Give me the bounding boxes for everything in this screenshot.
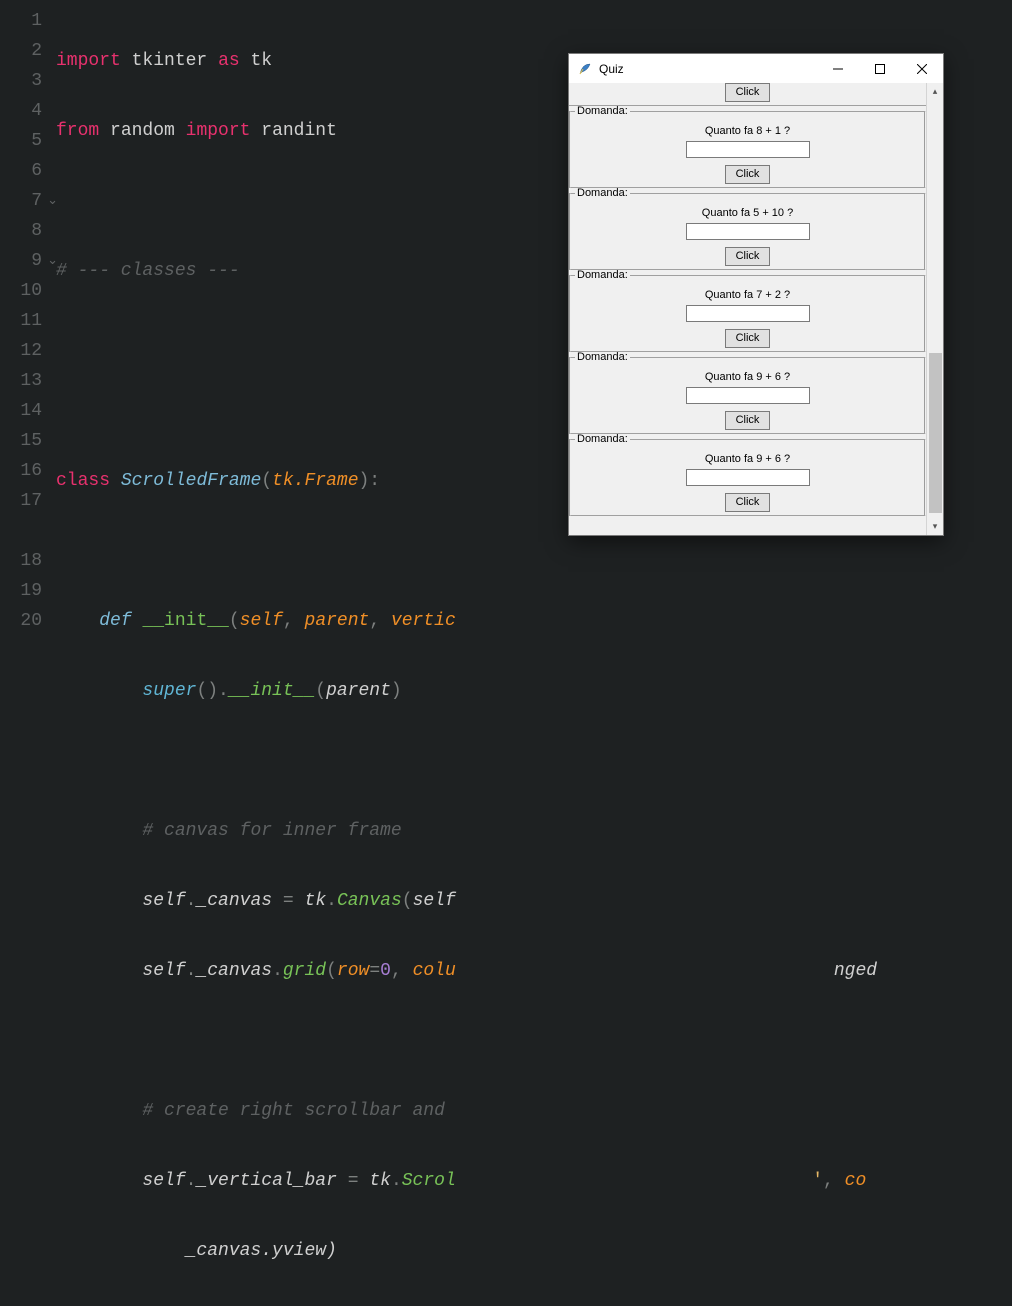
question-legend: Domanda: <box>575 433 630 445</box>
answer-input[interactable] <box>686 141 810 158</box>
answer-input[interactable] <box>686 469 810 486</box>
close-button[interactable] <box>901 54 943 83</box>
question-block: Domanda: Quanto fa 7 + 2 ? Click <box>569 269 926 352</box>
answer-input[interactable] <box>686 305 810 322</box>
click-button[interactable]: Click <box>725 247 771 266</box>
question-text: Quanto fa 8 + 1 ? <box>575 125 920 137</box>
question-block: Domanda: Quanto fa 9 + 6 ? Click <box>569 433 926 516</box>
line-gutter: 123456 789 101112131415 1617181920 <box>0 0 56 653</box>
scroll-thumb[interactable] <box>929 353 942 513</box>
question-legend: Domanda: <box>575 187 630 199</box>
click-button[interactable]: Click <box>725 493 771 512</box>
question-text: Quanto fa 9 + 6 ? <box>575 371 920 383</box>
question-legend: Domanda: <box>575 269 630 281</box>
app-icon <box>577 61 593 77</box>
minimize-button[interactable] <box>817 54 859 83</box>
scroll-up-icon[interactable]: ▴ <box>927 83 943 100</box>
scroll-content: Click Domanda: Quanto fa 8 + 1 ? Click D… <box>569 83 926 535</box>
question-block: Domanda: Quanto fa 8 + 1 ? Click <box>569 105 926 188</box>
scroll-down-icon[interactable]: ▾ <box>927 518 943 535</box>
question-legend: Domanda: <box>575 105 630 117</box>
window-title: Quiz <box>599 62 817 76</box>
question-text: Quanto fa 7 + 2 ? <box>575 289 920 301</box>
maximize-button[interactable] <box>859 54 901 83</box>
click-button[interactable]: Click <box>725 83 771 102</box>
click-button[interactable]: Click <box>725 329 771 348</box>
click-button[interactable]: Click <box>725 411 771 430</box>
answer-input[interactable] <box>686 387 810 404</box>
question-block: Domanda: Quanto fa 9 + 6 ? Click <box>569 351 926 434</box>
titlebar[interactable]: Quiz <box>569 54 943 83</box>
vertical-scrollbar[interactable]: ▴ ▾ <box>926 83 943 535</box>
question-block: Domanda: Quanto fa 5 + 10 ? Click <box>569 187 926 270</box>
click-button[interactable]: Click <box>725 165 771 184</box>
question-legend: Domanda: <box>575 351 630 363</box>
question-text: Quanto fa 5 + 10 ? <box>575 207 920 219</box>
answer-input[interactable] <box>686 223 810 240</box>
quiz-window: Quiz Click Domanda: Quanto fa 8 + 1 ? Cl… <box>568 53 944 536</box>
question-text: Quanto fa 9 + 6 ? <box>575 453 920 465</box>
